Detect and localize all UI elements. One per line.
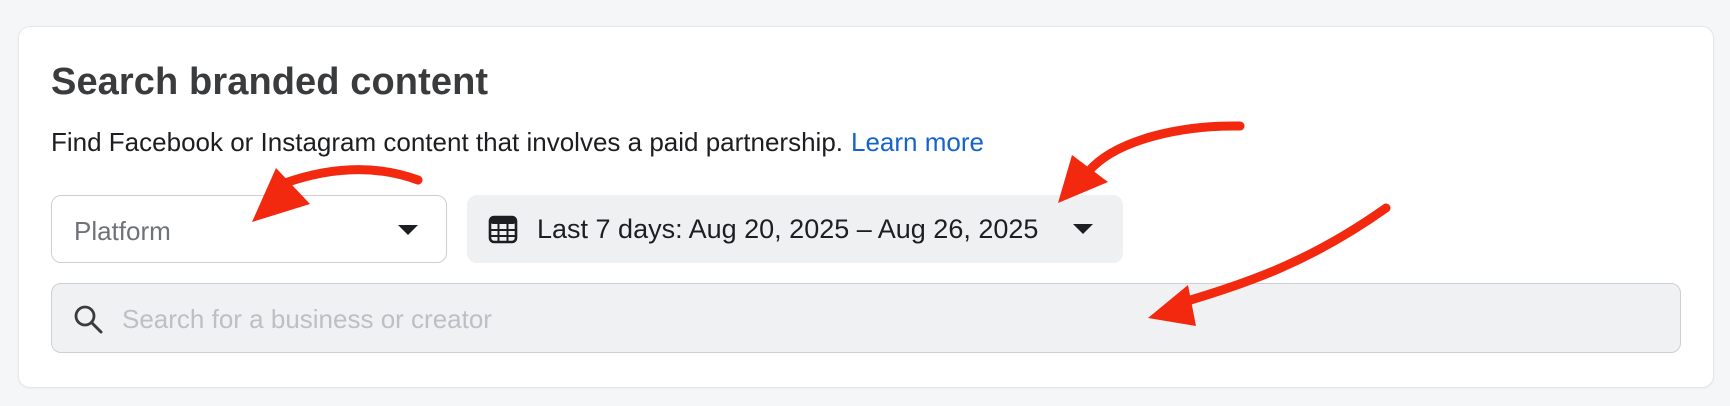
search-box[interactable] bbox=[51, 283, 1681, 353]
branded-content-search-card: Search branded content Find Facebook or … bbox=[18, 26, 1714, 388]
caret-down-icon bbox=[1073, 224, 1093, 234]
date-range-label: Last 7 days: Aug 20, 2025 – Aug 26, 2025 bbox=[537, 214, 1039, 244]
platform-placeholder: Platform bbox=[74, 216, 171, 246]
calendar-icon bbox=[488, 215, 518, 244]
description-text: Find Facebook or Instagram content that … bbox=[51, 127, 843, 157]
section-description: Find Facebook or Instagram content that … bbox=[51, 127, 984, 158]
learn-more-link[interactable]: Learn more bbox=[851, 127, 984, 157]
platform-dropdown[interactable]: Platform bbox=[51, 195, 447, 263]
date-range-button[interactable]: Last 7 days: Aug 20, 2025 – Aug 26, 2025 bbox=[467, 195, 1123, 263]
caret-down-icon bbox=[398, 225, 418, 235]
search-input[interactable] bbox=[120, 296, 1644, 342]
section-title: Search branded content bbox=[51, 61, 489, 103]
search-icon bbox=[74, 305, 103, 334]
